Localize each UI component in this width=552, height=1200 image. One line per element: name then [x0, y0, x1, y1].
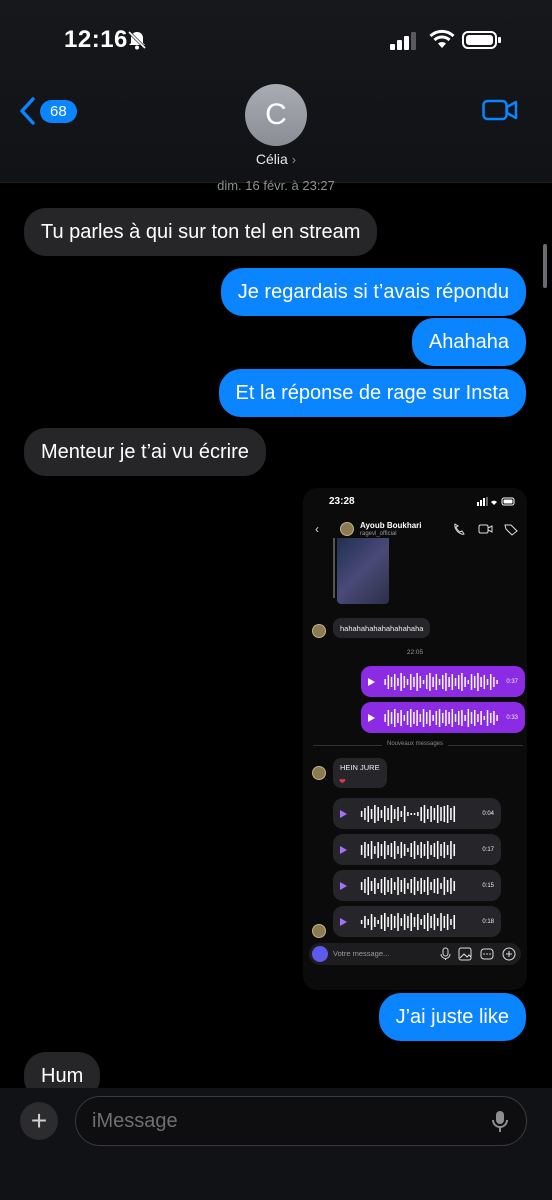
play-icon [340, 845, 347, 854]
attachment-avatar [312, 624, 326, 638]
imessage-input[interactable]: iMessage [75, 1096, 527, 1146]
attachment-voice-message: 0:04 [333, 798, 501, 829]
message-bubble-received[interactable]: Tu parles à qui sur ton tel en stream [24, 208, 378, 256]
attachment-username: ragevl_official [360, 531, 397, 537]
attachment-shared-image [337, 538, 389, 604]
play-icon [340, 809, 347, 818]
waveform-icon [360, 912, 456, 931]
voice-duration: 0:33 [506, 714, 518, 721]
waveform-icon [360, 804, 456, 823]
facetime-video-button[interactable] [482, 96, 518, 124]
status-bar: 12:16 [0, 0, 552, 84]
contact-avatar[interactable]: C [245, 84, 307, 146]
back-button[interactable]: 68 [18, 96, 77, 126]
waveform-icon [360, 840, 456, 859]
chevron-right-icon: › [291, 152, 297, 167]
message-bubble-sent[interactable]: Et la réponse de rage sur Insta [218, 369, 526, 417]
attachment-call-icons [454, 523, 518, 536]
play-icon [368, 713, 375, 722]
attachment-timestamp: 22:05 [406, 649, 424, 656]
voice-duration: 0:18 [482, 918, 494, 925]
voice-duration: 0:04 [482, 810, 494, 817]
image-attachment[interactable]: 23:28 ‹ Ayoub Boukhari ragevl_official h… [303, 488, 527, 990]
attachment-voice-message: 0:17 [333, 834, 501, 865]
attachment-status-icons [477, 497, 515, 506]
voice-duration: 0:37 [506, 678, 518, 685]
attachment-voice-message: 0:15 [333, 870, 501, 901]
contact-name: Célia [255, 151, 288, 167]
status-time: 12:16 [64, 26, 128, 53]
attachment-message-input: Votre message... [309, 943, 521, 965]
play-icon [368, 677, 375, 686]
battery-icon [462, 31, 501, 49]
attachment-camera-icon [312, 946, 328, 962]
message-bubble-sent[interactable]: Ahahaha [411, 318, 526, 366]
waveform-icon [384, 708, 498, 727]
message-bubble-sent[interactable]: J’ai juste like [378, 993, 526, 1041]
attachment-voice-message: 0:37 [361, 666, 525, 697]
voice-duration: 0:17 [482, 846, 494, 853]
attachment-avatar [340, 522, 354, 536]
imessage-placeholder: iMessage [92, 1110, 178, 1132]
bell-slash-icon [127, 30, 147, 50]
microphone-icon[interactable] [490, 1110, 510, 1134]
play-icon [340, 881, 347, 890]
attachment-reply-line [333, 538, 335, 598]
attachment-back-icon: ‹ [315, 522, 319, 536]
message-bubble-received[interactable]: Menteur je t’ai vu écrire [24, 428, 266, 476]
attachment-status-time: 23:28 [329, 496, 355, 507]
attachment-voice-message: 0:33 [361, 702, 525, 733]
attachment-input-placeholder: Votre message... [333, 949, 390, 958]
new-messages-label: Nouveaux messages [303, 741, 527, 747]
heart-reaction-icon: ❤ [339, 777, 346, 786]
play-icon [340, 917, 347, 926]
attachment-contact-name: Ayoub Boukhari [360, 521, 422, 530]
attachment-avatar [312, 766, 326, 780]
attachment-voice-message: 0:18 [333, 906, 501, 937]
attachment-input-icons [440, 947, 516, 961]
waveform-icon [384, 672, 498, 691]
plus-button[interactable]: + [20, 1102, 58, 1140]
attachment-message: hahahahahahahahahaha [333, 618, 431, 638]
cellular-signal-icon [390, 32, 416, 50]
wifi-icon [429, 29, 455, 48]
contact-name-button[interactable]: Célia › [0, 151, 552, 167]
scrollbar[interactable] [543, 244, 547, 288]
chevron-left-icon [20, 97, 35, 125]
attachment-avatar [312, 924, 326, 938]
waveform-icon [360, 876, 456, 895]
unread-count-badge: 68 [40, 99, 77, 123]
message-bubble-sent[interactable]: Je regardais si t’avais répondu [220, 268, 526, 316]
conversation-timestamp: dim. 16 févr. à 23:27 [217, 178, 335, 193]
voice-duration: 0:15 [482, 882, 494, 889]
